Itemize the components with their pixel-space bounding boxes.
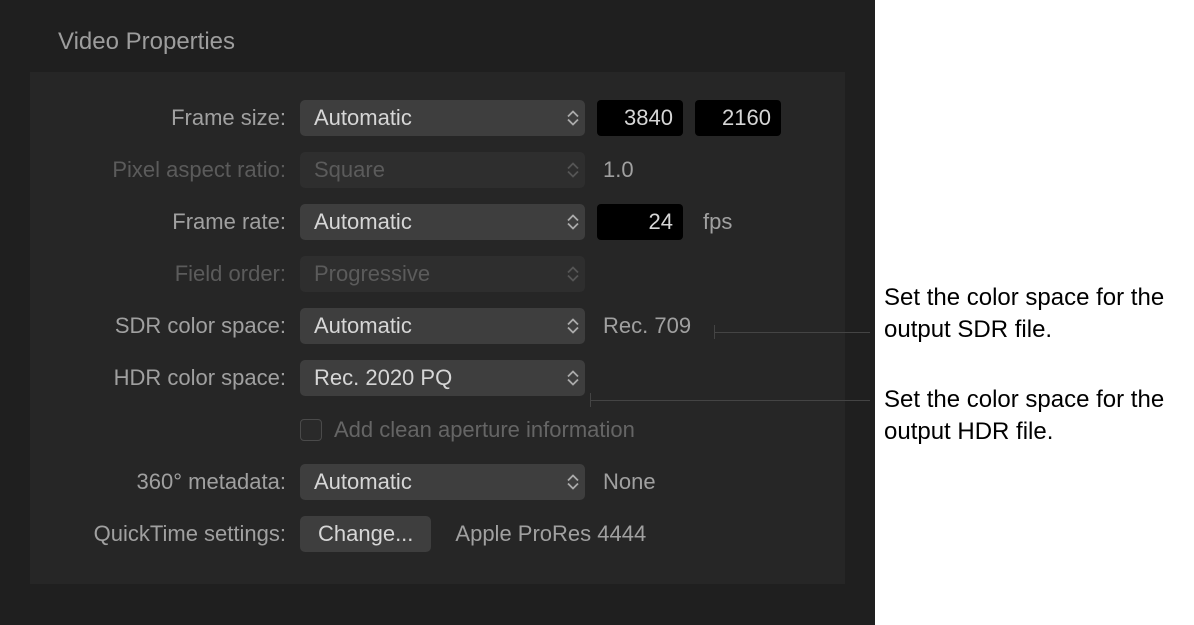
hdr-color-space-row: HDR color space: Rec. 2020 PQ	[30, 352, 817, 404]
quicktime-settings-row: QuickTime settings: Change... Apple ProR…	[30, 508, 817, 560]
sdr-color-space-popup-value: Automatic	[314, 313, 412, 339]
hdr-color-space-popup-value: Rec. 2020 PQ	[314, 365, 452, 391]
metadata-360-row: 360° metadata: Automatic None	[30, 456, 817, 508]
updown-icon	[567, 215, 579, 230]
frame-rate-row: Frame rate: Automatic fps	[30, 196, 817, 248]
metadata-360-value: None	[603, 469, 656, 495]
callout-line	[590, 400, 870, 401]
metadata-360-popup[interactable]: Automatic	[300, 464, 585, 500]
field-order-popup-value: Progressive	[314, 261, 430, 287]
video-properties-panel: Video Properties Frame size: Automatic P…	[0, 0, 875, 625]
updown-icon	[567, 267, 579, 282]
frame-height-field[interactable]	[695, 100, 781, 136]
section-body: Frame size: Automatic Pixel aspect ratio…	[30, 72, 845, 584]
hdr-color-space-popup[interactable]: Rec. 2020 PQ	[300, 360, 585, 396]
quicktime-change-button[interactable]: Change...	[300, 516, 431, 552]
pixel-aspect-popup-value: Square	[314, 157, 385, 183]
frame-size-label: Frame size:	[30, 105, 300, 131]
quicktime-codec-text: Apple ProRes 4444	[455, 521, 646, 547]
pixel-aspect-row: Pixel aspect ratio: Square 1.0	[30, 144, 817, 196]
frame-rate-label: Frame rate:	[30, 209, 300, 235]
frame-size-popup-value: Automatic	[314, 105, 412, 131]
clean-aperture-checkbox[interactable]	[300, 419, 322, 441]
updown-icon	[567, 371, 579, 386]
callout-hdr: Set the color space for the output HDR f…	[884, 384, 1184, 449]
pixel-aspect-value: 1.0	[603, 157, 634, 183]
quicktime-settings-label: QuickTime settings:	[30, 521, 300, 547]
frame-size-row: Frame size: Automatic	[30, 92, 817, 144]
clean-aperture-row: Add clean aperture information	[30, 404, 817, 456]
metadata-360-label: 360° metadata:	[30, 469, 300, 495]
section-title: Video Properties	[0, 0, 875, 72]
updown-icon	[567, 319, 579, 334]
field-order-row: Field order: Progressive	[30, 248, 817, 300]
frame-rate-unit: fps	[703, 209, 732, 235]
callout-sdr: Set the color space for the output SDR f…	[884, 282, 1184, 347]
pixel-aspect-popup: Square	[300, 152, 585, 188]
sdr-color-space-label: SDR color space:	[30, 313, 300, 339]
updown-icon	[567, 475, 579, 490]
clean-aperture-label: Add clean aperture information	[334, 417, 635, 443]
frame-width-field[interactable]	[597, 100, 683, 136]
hdr-color-space-label: HDR color space:	[30, 365, 300, 391]
frame-rate-popup-value: Automatic	[314, 209, 412, 235]
sdr-color-space-row: SDR color space: Automatic Rec. 709	[30, 300, 817, 352]
pixel-aspect-label: Pixel aspect ratio:	[30, 157, 300, 183]
callout-line	[714, 332, 870, 333]
sdr-color-space-value: Rec. 709	[603, 313, 691, 339]
updown-icon	[567, 111, 579, 126]
sdr-color-space-popup[interactable]: Automatic	[300, 308, 585, 344]
frame-rate-popup[interactable]: Automatic	[300, 204, 585, 240]
field-order-label: Field order:	[30, 261, 300, 287]
frame-size-popup[interactable]: Automatic	[300, 100, 585, 136]
metadata-360-popup-value: Automatic	[314, 469, 412, 495]
frame-rate-field[interactable]	[597, 204, 683, 240]
field-order-popup: Progressive	[300, 256, 585, 292]
updown-icon	[567, 163, 579, 178]
